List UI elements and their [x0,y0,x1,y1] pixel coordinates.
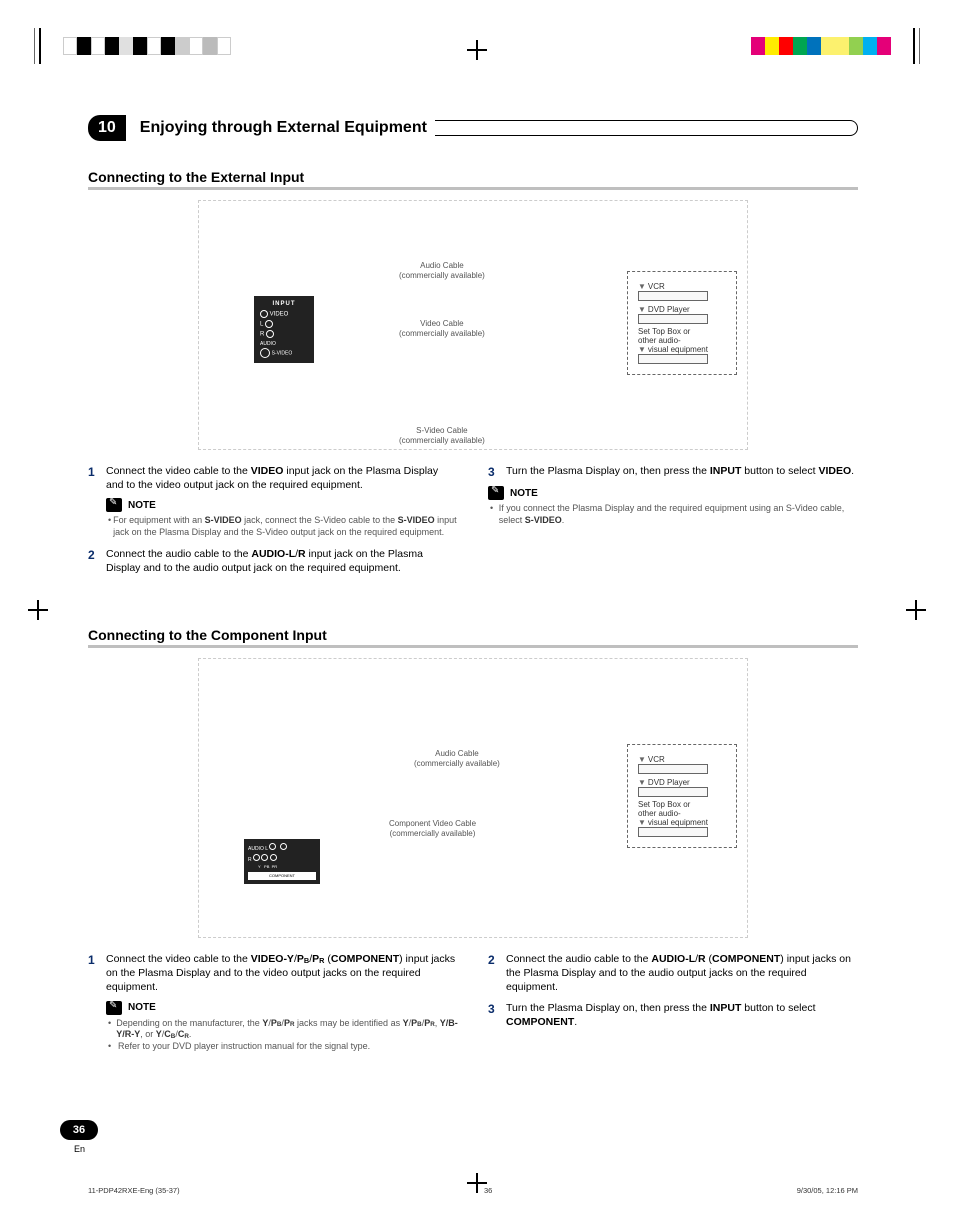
equipment-label: DVD Player [648,305,690,314]
step-number: 3 [488,464,506,480]
step-number: 1 [88,952,106,995]
chapter-number: 10 [88,115,126,141]
step: 2 Connect the audio cable to the AUDIO-L… [88,547,458,575]
instruction-columns: 1 Connect the video cable to the VIDEO-Y… [88,952,858,1061]
step-text: Connect the audio cable to the AUDIO-L/R… [106,547,458,575]
diagram-label: S-Video Cable [416,426,467,435]
connection-diagram-external: Audio Cable (commercially available) Vid… [198,200,748,450]
equipment-label: VCR [648,282,665,291]
step: 3 Turn the Plasma Display on, then press… [488,464,858,480]
note-bullet: • Depending on the manufacturer, the Y/P… [108,1018,458,1041]
panel-label: AUDIO [260,340,308,348]
step-number: 2 [88,547,106,575]
equipment-label: other audio- [638,809,681,818]
section-title: Connecting to the Component Input [88,627,858,648]
instruction-columns: 1 Connect the video cable to the VIDEO i… [88,464,858,581]
section-title: Connecting to the External Input [88,169,858,190]
diagram-label: Audio Cable [435,749,479,758]
chapter-title: Enjoying through External Equipment [128,119,427,137]
panel-label: AUDIO [248,846,264,852]
equipment-label: visual equipment [648,818,708,827]
step: 3 Turn the Plasma Display on, then press… [488,1001,858,1029]
chapter-rule [435,120,858,136]
equipment-label: other audio- [638,336,681,345]
step: 2 Connect the audio cable to the AUDIO-L… [488,952,858,995]
panel-label: PR [272,864,278,869]
equipment-label: Set Top Box or [638,327,690,336]
diagram-label: Audio Cable [420,261,464,270]
step-number: 3 [488,1001,506,1029]
diagram-label: (commercially available) [414,759,500,768]
step-text: Turn the Plasma Display on, then press t… [506,1001,858,1029]
step-text: Turn the Plasma Display on, then press t… [506,464,858,480]
note-label: NOTE [510,488,538,499]
note-box: NOTE • Depending on the manufacturer, th… [106,1001,458,1053]
diagram-label: (commercially available) [399,436,485,445]
chapter-header: 10 Enjoying through External Equipment [88,115,858,141]
step: 1 Connect the video cable to the VIDEO i… [88,464,458,492]
page-content: 10 Enjoying through External Equipment C… [88,115,858,1061]
panel-label: PB [264,864,269,869]
note-icon [488,486,504,500]
equipment-label: DVD Player [648,778,690,787]
registration-mark-icon [28,600,48,620]
diagram-label: (commercially available) [399,329,485,338]
diagram-label: Video Cable [420,319,463,328]
panel-label: L [260,321,263,327]
note-box: NOTE • For equipment with an S-VIDEO jac… [106,498,458,538]
diagram-label: (commercially available) [399,271,485,280]
equipment-label: Set Top Box or [638,800,690,809]
page-language: En [74,1144,85,1154]
note-bullet: • Refer to your DVD player instruction m… [108,1041,458,1053]
panel-label: VIDEO [270,311,289,317]
step-text: Connect the audio cable to the AUDIO-L/R… [506,952,858,995]
footer-file: 11-PDP42RXE-Eng (35-37) [88,1186,180,1195]
panel-label: COMPONENT [248,872,316,880]
step-number: 1 [88,464,106,492]
connection-diagram-component: Audio Cable (commercially available) Com… [198,658,748,938]
footer-metadata: 11-PDP42RXE-Eng (35-37) 36 9/30/05, 12:1… [88,1186,858,1195]
panel-label: INPUT [260,300,308,310]
note-icon [106,498,122,512]
note-label: NOTE [128,1002,156,1013]
registration-mark-icon [906,600,926,620]
step: 1 Connect the video cable to the VIDEO-Y… [88,952,458,995]
diagram-label: Component Video Cable [389,819,476,828]
footer-date: 9/30/05, 12:16 PM [797,1186,858,1195]
diagram-label: (commercially available) [390,829,476,838]
note-bullet: • For equipment with an S-VIDEO jack, co… [108,515,458,538]
panel-label: R [248,857,252,863]
panel-label: S-VIDEO [272,351,293,357]
note-box: NOTE • If you connect the Plasma Display… [488,486,858,526]
equipment-label: VCR [648,755,665,764]
footer-page: 36 [484,1186,492,1195]
step-number: 2 [488,952,506,995]
step-text: Connect the video cable to the VIDEO inp… [106,464,458,492]
step-text: Connect the video cable to the VIDEO-Y/P… [106,952,458,995]
registration-mark-icon [467,40,487,60]
equipment-label: visual equipment [648,345,708,354]
note-bullet: • If you connect the Plasma Display and … [490,503,858,526]
note-label: NOTE [128,500,156,511]
panel-label: L [265,846,268,852]
page-number: 36 [60,1120,98,1140]
panel-label: R [260,332,264,338]
panel-label: Y [258,864,261,869]
note-icon [106,1001,122,1015]
